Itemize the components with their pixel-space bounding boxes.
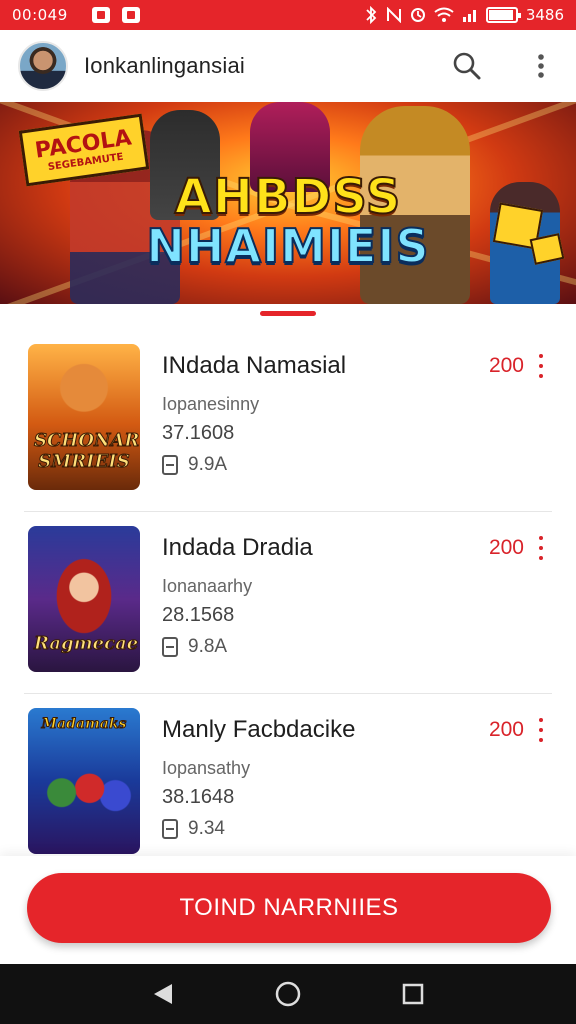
wifi-icon: [434, 7, 454, 22]
primary-action-button[interactable]: TOIND NARRNIIES: [27, 873, 551, 943]
storage-icon: [162, 637, 178, 657]
list-item[interactable]: SCHONAR SMRIEIS INdada Namasial Iopanesi…: [24, 330, 552, 512]
game-size-row: 9.9A: [162, 454, 227, 476]
carousel-indicator: [260, 311, 316, 316]
featured-banner[interactable]: PACOLA SEGEBAMUTE AHBDSS NHAIMIEIS: [0, 102, 576, 304]
more-options-button[interactable]: [524, 49, 558, 83]
more-vert-icon[interactable]: [534, 718, 548, 742]
status-bar: 00:049 3486: [0, 0, 576, 30]
game-size: 9.34: [188, 818, 225, 839]
game-price[interactable]: 200: [489, 354, 524, 378]
notification-icon: [91, 7, 110, 23]
game-thumbnail[interactable]: Madamaks: [28, 708, 140, 854]
game-title: Indada Dradia: [162, 534, 313, 561]
storage-icon: [162, 819, 178, 839]
back-icon: [153, 984, 172, 1004]
game-title: INdada Namasial: [162, 352, 347, 379]
battery-text: 3486: [525, 6, 564, 24]
recents-button[interactable]: [393, 974, 433, 1014]
back-button[interactable]: [143, 974, 183, 1014]
banner-title: AHBDSS NHAIMIEIS: [0, 169, 576, 274]
home-button[interactable]: [268, 974, 308, 1014]
status-time: 00:049: [12, 6, 68, 24]
app-bar: Ionkanlingansiai: [0, 30, 576, 102]
banner-title-line2: NHAIMIEIS: [145, 219, 430, 274]
home-icon: [275, 981, 301, 1007]
signal-icon: [462, 10, 476, 22]
storage-icon: [162, 455, 178, 475]
notification-icon: [121, 7, 140, 23]
game-subtitle: Iopansathy: [162, 758, 251, 778]
game-subtitle: Iopanesinny: [162, 394, 260, 414]
list-item[interactable]: Ragmecae Indada Dradia Ionanaarhy 28.156…: [24, 512, 552, 694]
game-subtitle: Ionanaarhy: [162, 576, 253, 596]
list-item[interactable]: Madamaks Manly Facbdacike Iopansathy 38.…: [24, 694, 552, 876]
game-size-row: 9.34: [162, 818, 225, 840]
game-thumbnail[interactable]: Ragmecae: [28, 526, 140, 672]
search-icon: [453, 52, 481, 80]
nfc-icon: [386, 7, 401, 23]
recents-icon: [403, 983, 424, 1005]
game-size: 9.9A: [188, 454, 228, 475]
game-count: 38.1648: [162, 786, 235, 808]
bottom-panel: TOIND NARRNIIES: [0, 856, 576, 964]
bluetooth-icon: [366, 6, 377, 24]
banner-title-line1: AHBDSS: [174, 169, 402, 225]
more-vert-icon[interactable]: [534, 536, 548, 560]
system-nav-bar: [0, 964, 576, 1024]
thumbnail-caption: SCHONAR SMRIEIS: [34, 430, 140, 473]
thumbnail-caption: Madamaks: [41, 716, 127, 733]
game-list: SCHONAR SMRIEIS INdada Namasial Iopanesi…: [0, 330, 576, 876]
game-price[interactable]: 200: [489, 718, 524, 742]
game-title: Manly Facbdacike: [162, 716, 356, 743]
page-title: Ionkanlingansiai: [84, 53, 245, 78]
game-count: 37.1608: [162, 422, 235, 444]
alarm-icon: [410, 8, 425, 22]
game-price[interactable]: 200: [489, 536, 524, 560]
thumbnail-caption: Ragmecae: [34, 633, 139, 655]
game-count: 28.1568: [162, 604, 235, 626]
search-button[interactable]: [450, 49, 484, 83]
battery-icon: [485, 7, 521, 23]
more-vert-icon: [538, 54, 544, 78]
avatar[interactable]: [18, 41, 68, 91]
more-vert-icon[interactable]: [534, 354, 548, 378]
game-size: 9.8A: [188, 636, 228, 657]
game-thumbnail[interactable]: SCHONAR SMRIEIS: [28, 344, 140, 490]
game-size-row: 9.8A: [162, 636, 227, 658]
